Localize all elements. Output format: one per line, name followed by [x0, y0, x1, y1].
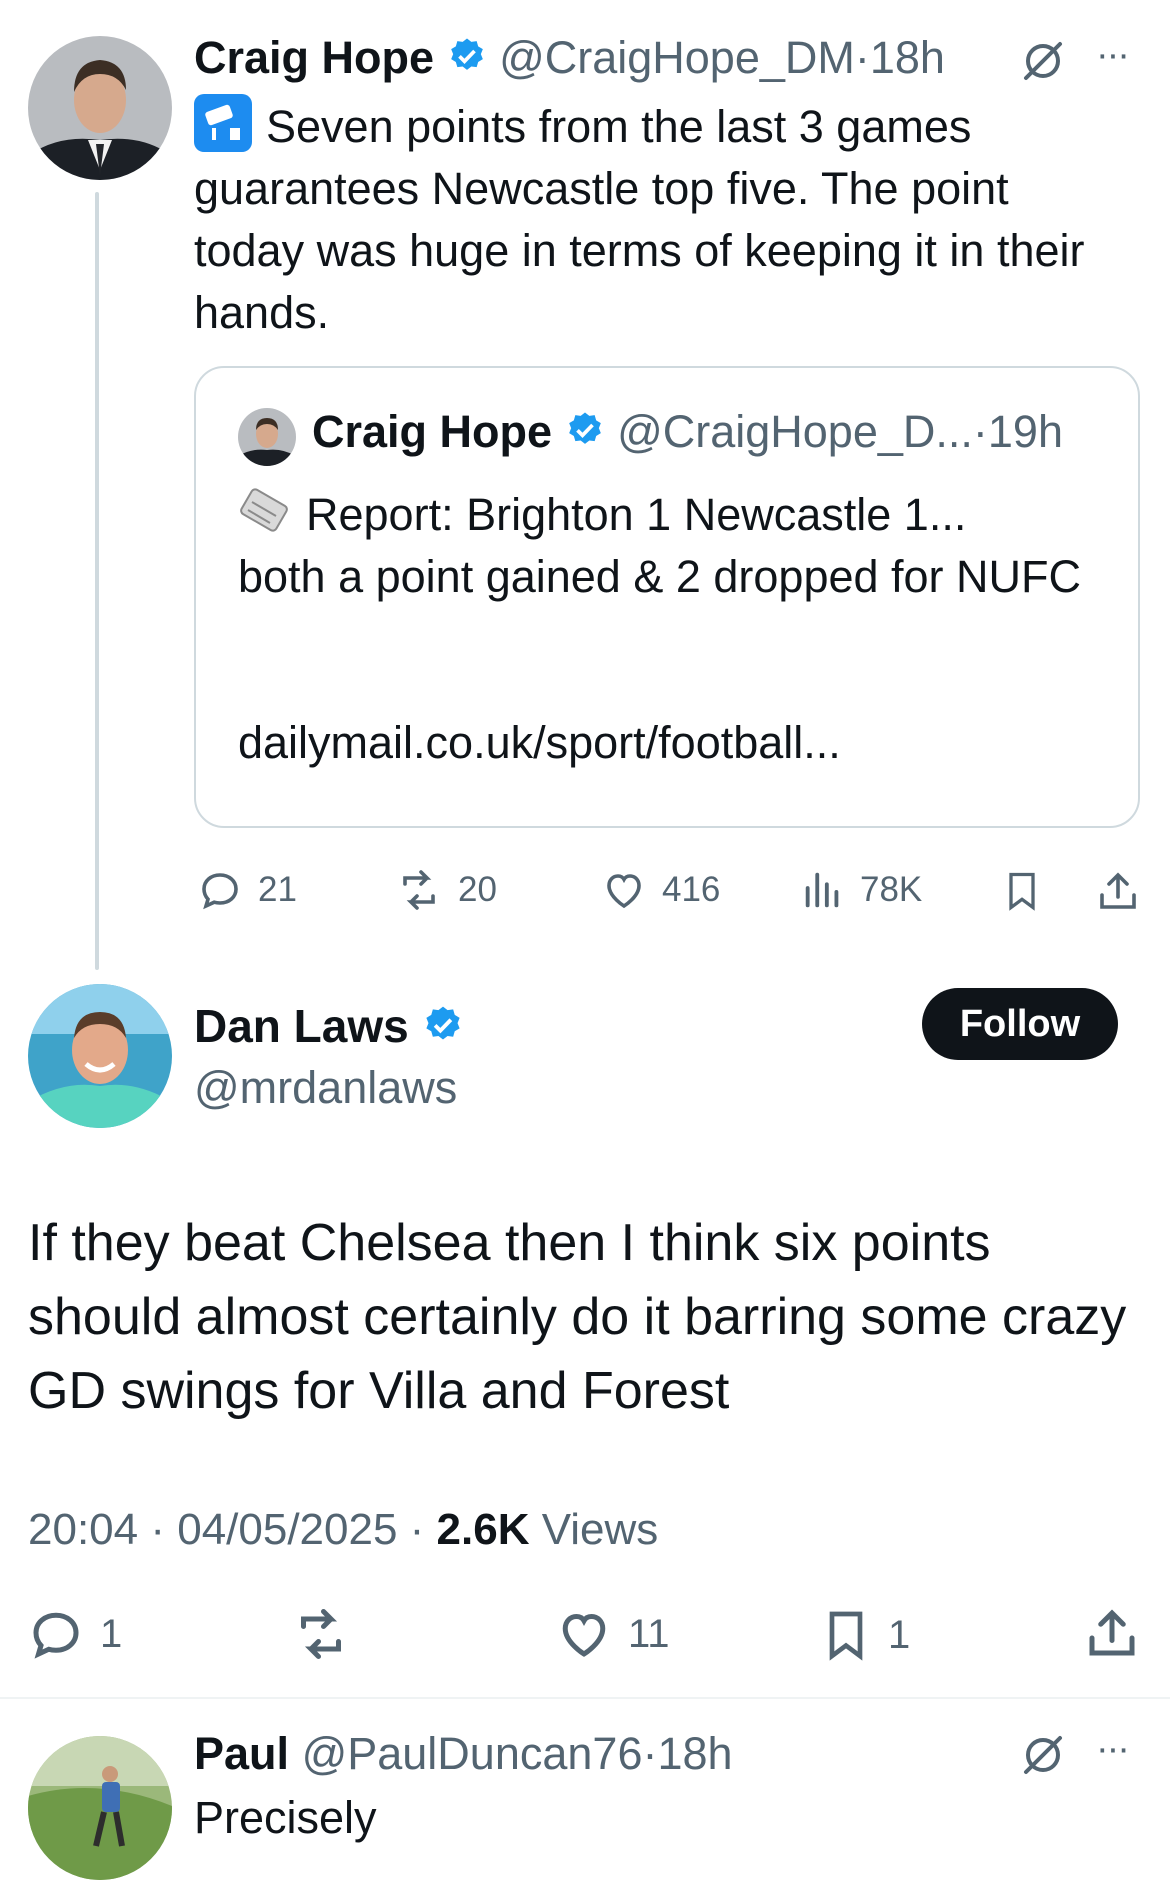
avatar-craig-hope[interactable]: [28, 36, 172, 180]
separator-dot: ·: [397, 1505, 437, 1554]
share-button[interactable]: [1082, 1602, 1142, 1664]
author-name[interactable]: Paul: [194, 1728, 289, 1779]
reply-button[interactable]: 1: [26, 1604, 122, 1664]
tweet-text: Seven points from the last 3 games guara…: [194, 101, 1085, 338]
avatar-paul[interactable]: [28, 1736, 172, 1880]
quoted-text-block: Report: Brighton 1 Newcastle 1... both a…: [238, 484, 1098, 608]
post-date[interactable]: 04/05/2025: [177, 1505, 397, 1554]
timestamp[interactable]: 18h: [657, 1728, 732, 1779]
separator-dot: ·: [138, 1505, 178, 1554]
tweet1-text-block: Seven points from the last 3 games guara…: [194, 94, 1094, 344]
like-count: 416: [662, 870, 721, 909]
bookmark-count: 1: [888, 1612, 911, 1657]
share-icon: [1100, 872, 1136, 909]
repost-icon: [301, 1609, 341, 1659]
quoted-author-handle: @CraigHope_D...: [617, 406, 973, 457]
repost-icon: [403, 870, 435, 910]
divider: [0, 1697, 1170, 1699]
share-icon: [1089, 1609, 1135, 1656]
like-button[interactable]: 11: [554, 1604, 670, 1664]
like-count: 11: [628, 1611, 670, 1656]
quoted-avatar: [238, 408, 296, 466]
tweet3-header: Paul @PaulDuncan76·18h: [194, 1724, 733, 1784]
author-name[interactable]: Dan Laws: [194, 1000, 409, 1052]
verified-badge-icon: [422, 1000, 464, 1060]
reply-count: 1: [100, 1611, 123, 1656]
more-options-icon[interactable]: ···: [1096, 34, 1130, 77]
author-handle[interactable]: @mrdanlaws: [194, 1058, 457, 1118]
grok-icon[interactable]: [1018, 36, 1068, 91]
avatar-dan-laws[interactable]: [28, 984, 172, 1128]
quoted-timestamp: 19h: [987, 406, 1063, 457]
repost-button[interactable]: 20: [394, 866, 497, 914]
views-chart-icon: [805, 872, 839, 908]
separator-dot: ·: [972, 406, 988, 457]
verified-badge-icon: [447, 31, 487, 91]
reply-icon: [33, 1612, 79, 1659]
tweet1-header: Craig Hope @CraigHope_DM·18h: [194, 28, 945, 91]
like-button[interactable]: 416: [600, 866, 720, 914]
tweet-text: If they beat Chelsea then I think six po…: [28, 1214, 1127, 1420]
bookmark-button[interactable]: [1000, 866, 1044, 916]
reply-icon: [202, 873, 238, 910]
views-label: Views: [529, 1505, 659, 1554]
tweet2-meta: 20:04 · 04/05/2025 · 2.6K Views: [28, 1500, 658, 1560]
more-options-icon[interactable]: ···: [1096, 1728, 1130, 1771]
newspaper-emoji-icon: [238, 488, 294, 538]
quoted-text-line1: Report: Brighton 1 Newcastle 1...: [306, 489, 967, 540]
views-count: 78K: [860, 870, 923, 909]
thread-line: [95, 192, 99, 970]
verified-badge-icon: [565, 405, 605, 465]
quoted-tweet-card[interactable]: Craig Hope @CraigHope_D...·19h Report: B…: [194, 366, 1140, 828]
reply-button[interactable]: 21: [196, 866, 297, 914]
quoted-text-rest: both a point gained & 2 dropped for NUFC: [238, 551, 1082, 602]
repost-button[interactable]: [290, 1604, 352, 1664]
tweet-text: Precisely: [194, 1792, 377, 1843]
grok-icon[interactable]: [1018, 1730, 1068, 1785]
repost-count: 20: [458, 870, 497, 909]
share-button[interactable]: [1094, 866, 1142, 916]
author-name[interactable]: Craig Hope: [194, 32, 434, 83]
quoted-link[interactable]: dailymail.co.uk/sport/football...: [238, 712, 841, 774]
bookmark-icon: [829, 1611, 863, 1661]
author-handle[interactable]: @CraigHope_DM: [499, 32, 855, 83]
separator-dot: ·: [642, 1728, 658, 1779]
separator-dot: ·: [854, 32, 870, 83]
quoted-author-name: Craig Hope: [312, 406, 553, 457]
reply-count: 21: [258, 870, 297, 909]
follow-button[interactable]: Follow: [922, 988, 1118, 1060]
views-button[interactable]: 78K: [800, 866, 922, 914]
bookmark-icon: [1009, 872, 1035, 911]
bookmark-button[interactable]: 1: [818, 1604, 910, 1666]
heart-icon: [562, 1613, 606, 1657]
cctv-emoji-icon: [194, 94, 252, 152]
timestamp[interactable]: 18h: [870, 32, 945, 83]
heart-icon: [607, 874, 641, 909]
tweet2-name-row: Dan Laws: [194, 996, 464, 1060]
views-count: 2.6K: [436, 1505, 530, 1554]
author-handle[interactable]: @PaulDuncan76: [302, 1728, 643, 1779]
quoted-header: Craig Hope @CraigHope_D...·19h: [312, 402, 1063, 465]
post-time[interactable]: 20:04: [28, 1505, 138, 1554]
